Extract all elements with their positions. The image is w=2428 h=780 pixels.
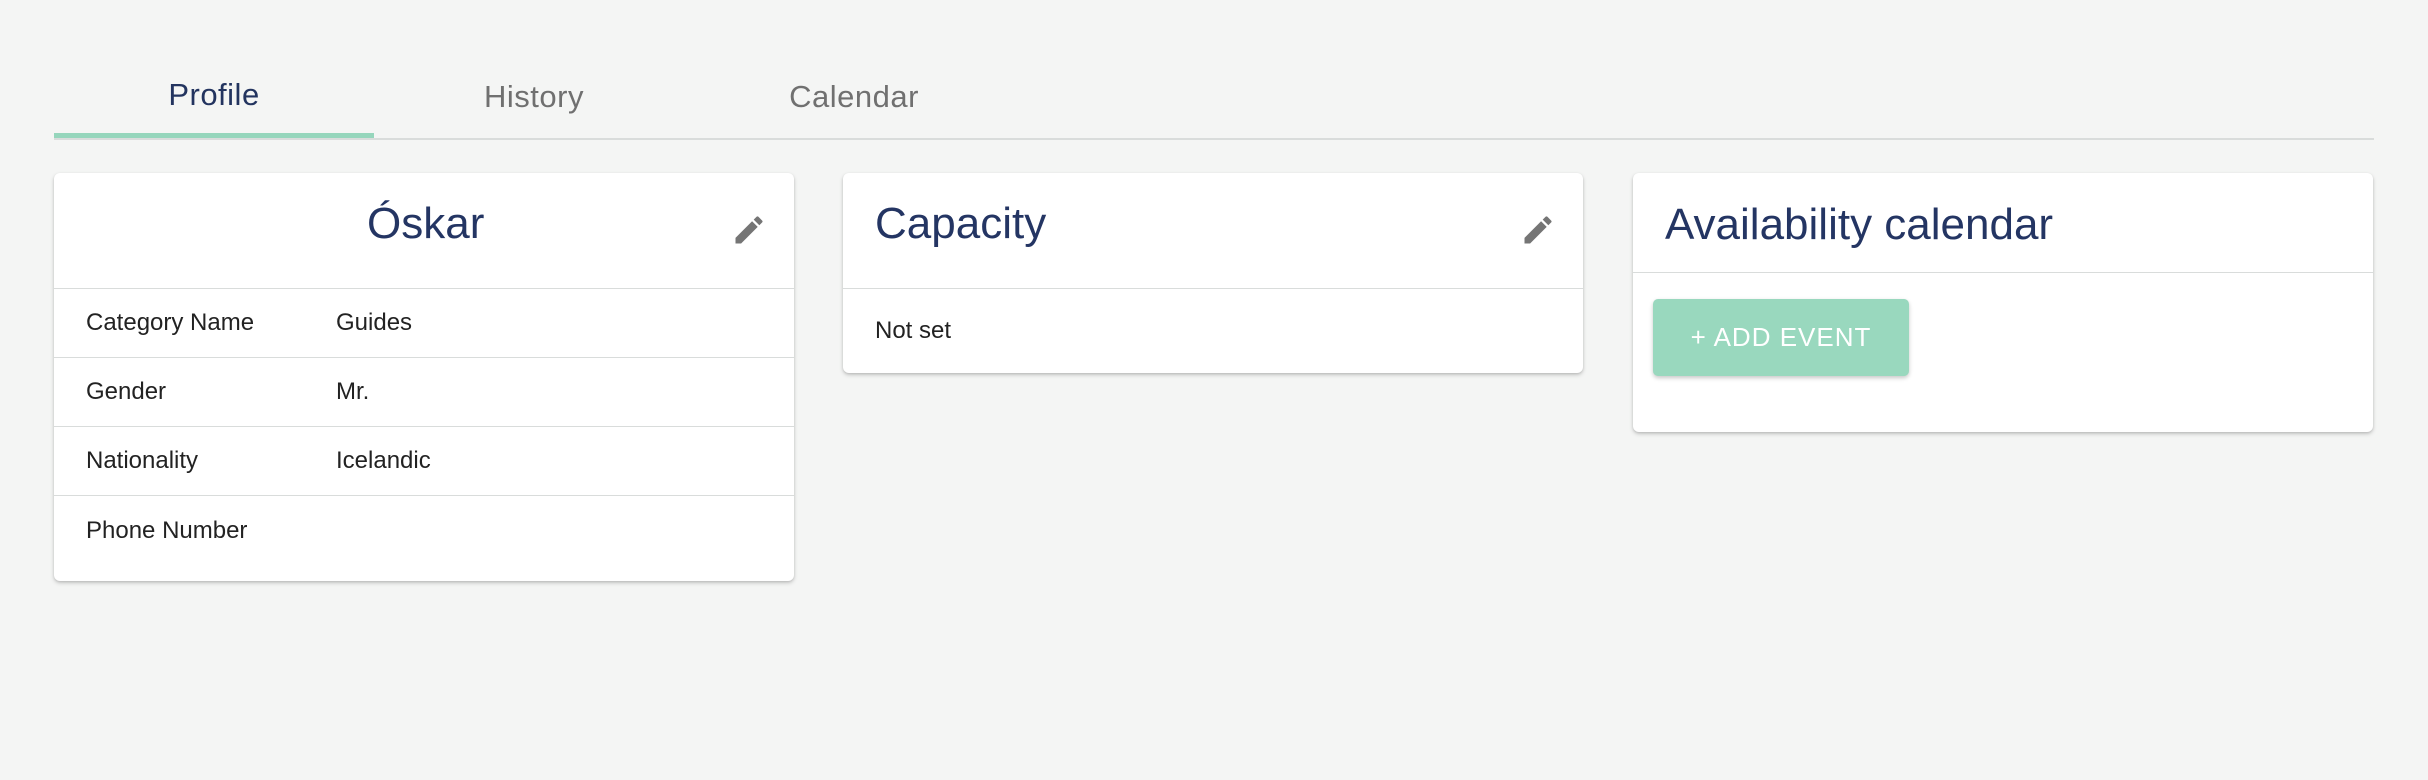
availability-card: Availability calendar + ADD EVENT: [1633, 173, 2373, 432]
capacity-title: Capacity: [875, 199, 1047, 248]
row-label: Phone Number: [86, 516, 248, 544]
row-value: Mr.: [336, 378, 370, 405]
profile-card-header: Óskar: [54, 173, 794, 289]
pencil-icon: [1524, 216, 1552, 244]
availability-title: Availability calendar: [1665, 200, 2054, 249]
profile-row-gender: Gender Mr.: [54, 358, 794, 427]
page: Profile History Calendar Óskar Category …: [0, 0, 2428, 780]
capacity-value: Not set: [875, 317, 952, 344]
row-label: Gender: [86, 378, 167, 405]
tab-history[interactable]: History: [374, 56, 694, 138]
profile-row-phone: Phone Number: [54, 496, 794, 565]
tab-profile[interactable]: Profile: [54, 56, 374, 138]
profile-card: Óskar Category Name Guides Gender Mr. Na…: [54, 173, 794, 581]
row-label: Category Name: [86, 309, 255, 336]
add-event-button[interactable]: + ADD EVENT: [1653, 299, 1909, 376]
profile-row-nationality: Nationality Icelandic: [54, 427, 794, 496]
availability-body: + ADD EVENT: [1633, 273, 2373, 432]
capacity-card-header: Capacity: [843, 173, 1583, 289]
availability-card-header: Availability calendar: [1633, 173, 2373, 273]
edit-capacity-button[interactable]: [1517, 209, 1559, 251]
edit-profile-button[interactable]: [728, 209, 770, 251]
capacity-card: Capacity Not set: [843, 173, 1583, 373]
row-label: Nationality: [86, 447, 199, 474]
tab-calendar[interactable]: Calendar: [694, 56, 1014, 138]
pencil-icon: [735, 216, 763, 244]
profile-row-category: Category Name Guides: [54, 289, 794, 358]
row-value: Icelandic: [336, 447, 431, 474]
profile-name: Óskar: [367, 199, 485, 248]
row-value: Guides: [336, 309, 413, 336]
tab-bar: Profile History Calendar: [54, 56, 2374, 140]
